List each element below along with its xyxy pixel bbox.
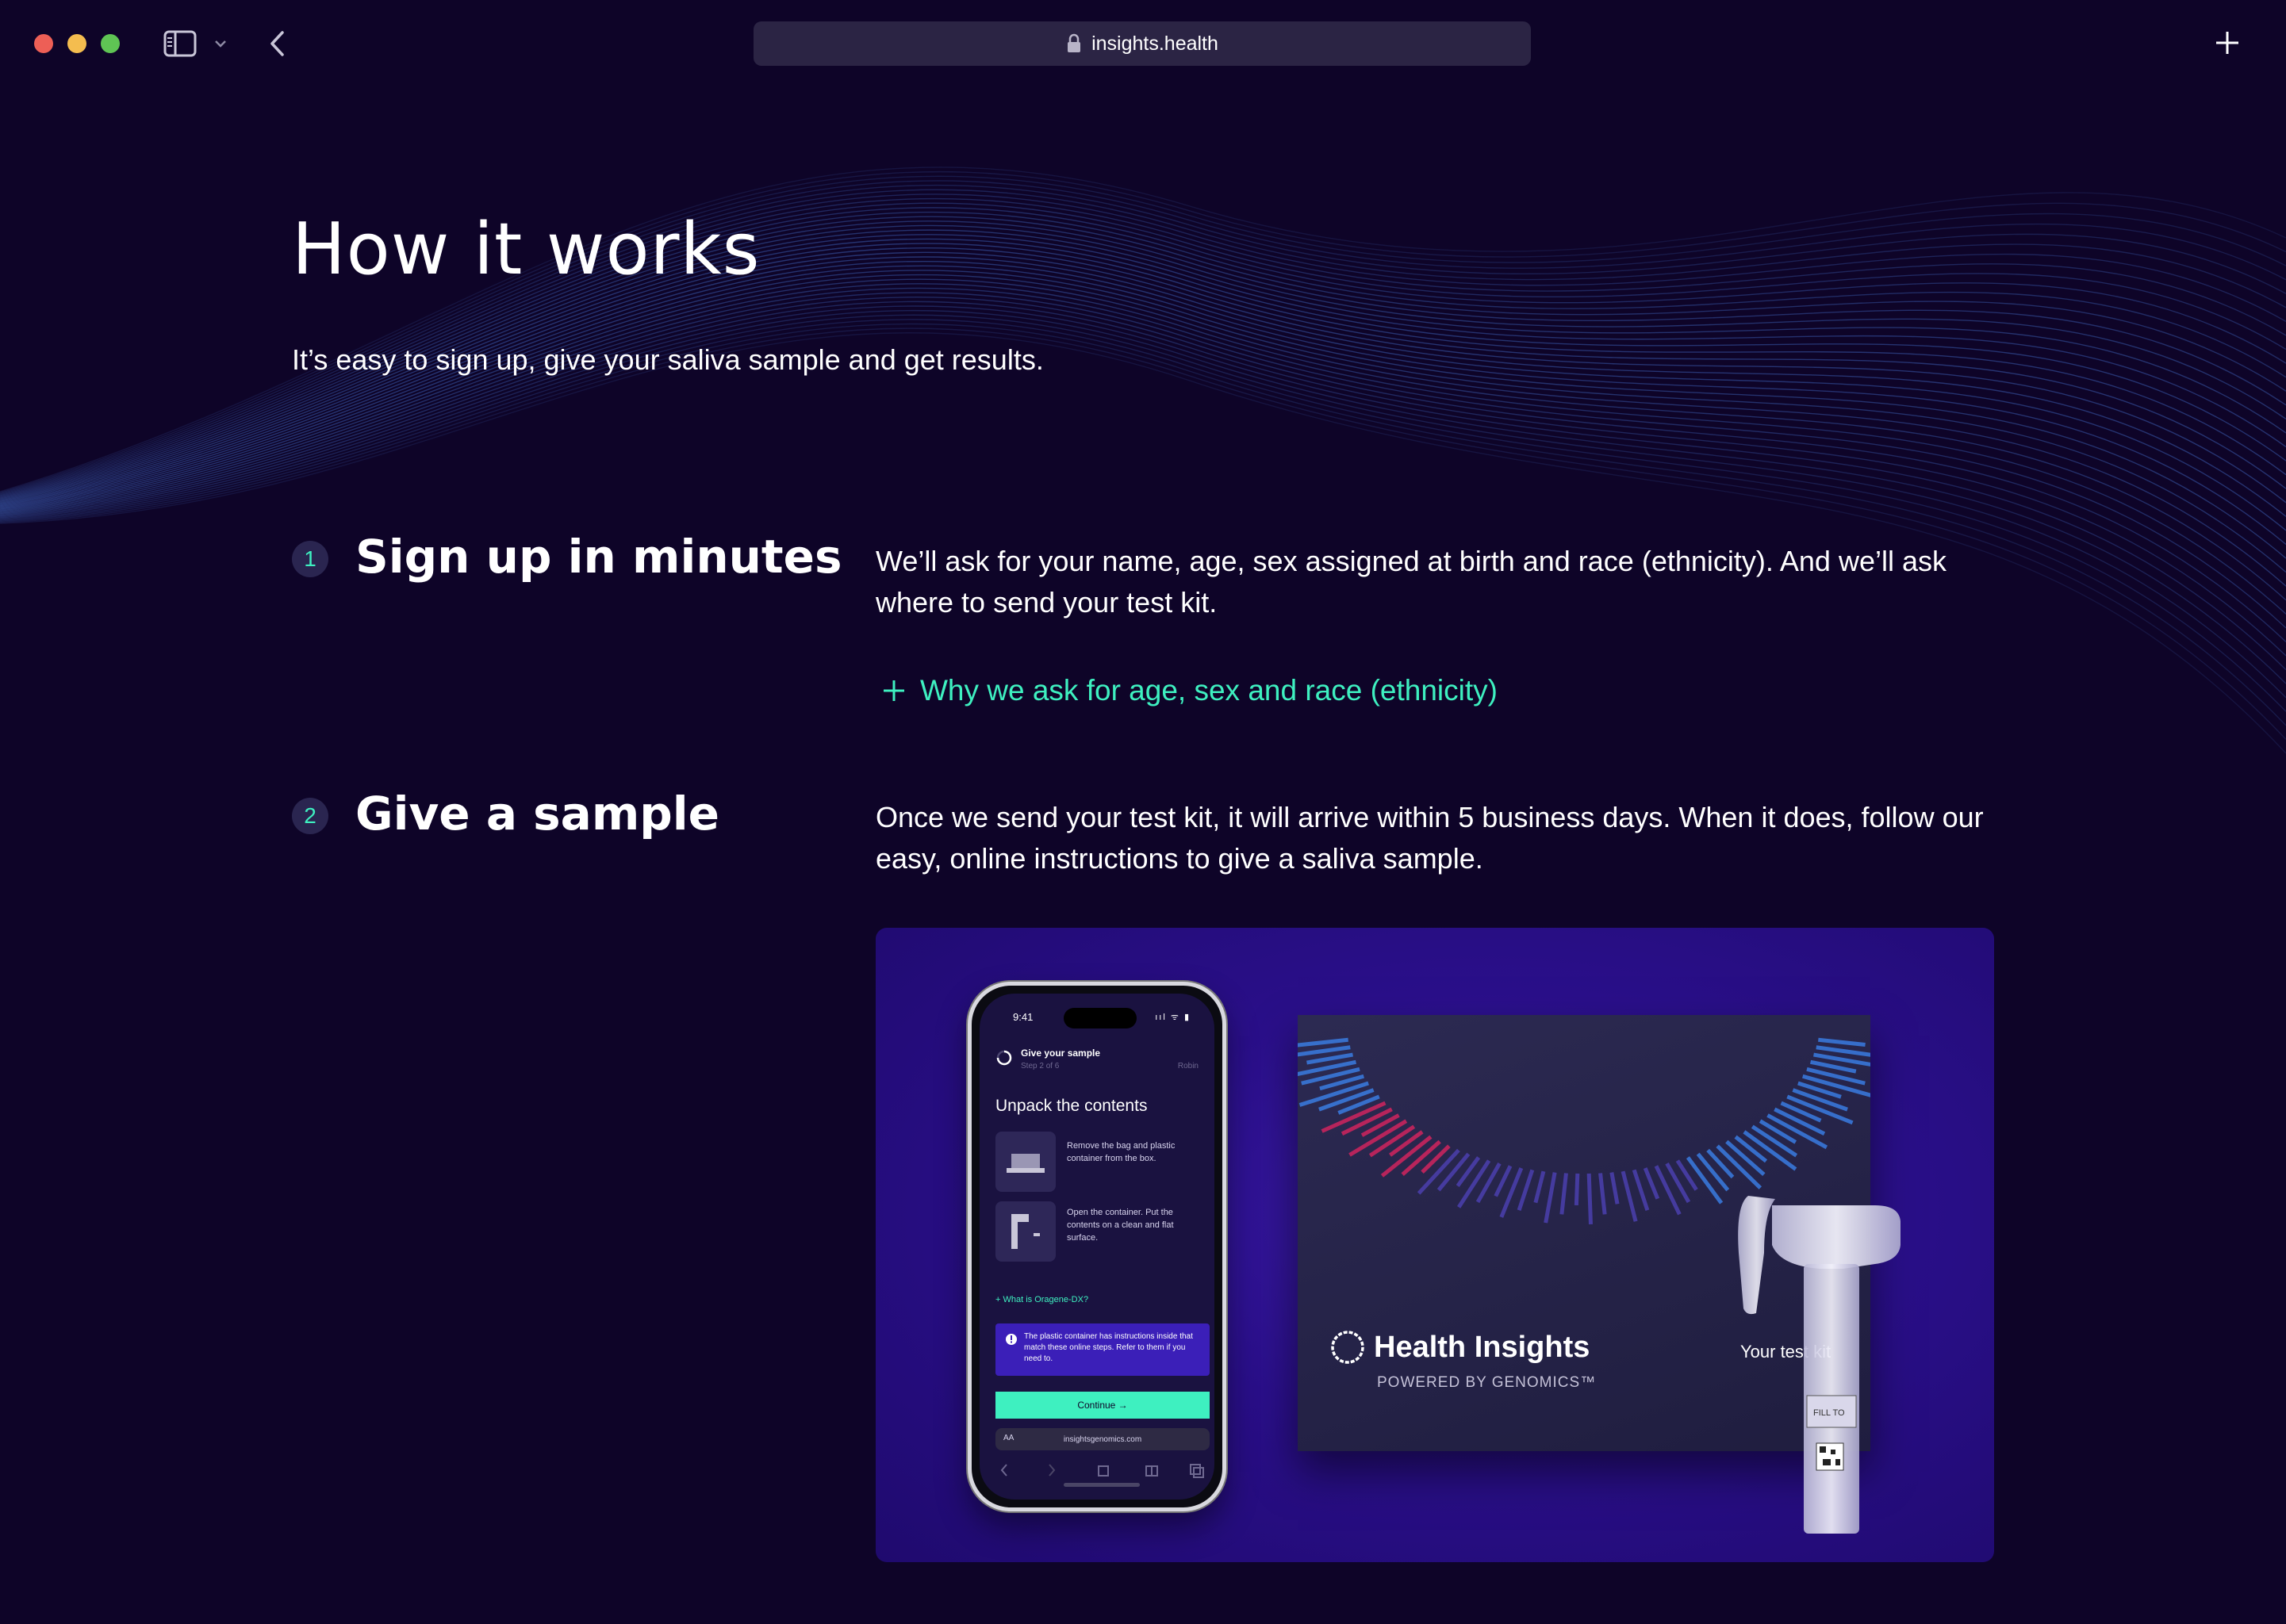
phone-screen: 9:41 ııl ᯤ ▮ Give your sample Step 2 of … xyxy=(980,994,1214,1500)
chevron-down-icon[interactable] xyxy=(213,36,228,52)
close-window-button[interactable] xyxy=(34,34,53,53)
box-ray xyxy=(1574,1173,1580,1206)
box-ray xyxy=(1298,1059,1356,1077)
phone-title: Unpack the contents xyxy=(995,1097,1148,1115)
health-insights-logo-icon xyxy=(1331,1331,1364,1364)
svg-text:FILL TO: FILL TO xyxy=(1813,1408,1845,1418)
phone-status-icons: ııl ᯤ ▮ xyxy=(1155,1013,1191,1022)
box-ray xyxy=(1586,1173,1593,1225)
home-indicator xyxy=(1064,1483,1140,1487)
box-ray xyxy=(1533,1170,1546,1204)
step-2-number-badge: 2 xyxy=(292,798,328,834)
box-ray xyxy=(1544,1172,1557,1224)
box-ray xyxy=(1696,1152,1730,1192)
page-title: How it works xyxy=(292,208,761,291)
box-ray xyxy=(1318,1088,1375,1112)
box-ray xyxy=(1621,1170,1638,1222)
step-1-description: We’ll ask for your name, age, sex assign… xyxy=(876,545,1947,619)
why-we-ask-link-label: Why we ask for age, sex and race (ethnic… xyxy=(920,674,1498,707)
progress-ring-icon xyxy=(996,1050,1012,1066)
wave-line xyxy=(0,319,2286,712)
box-brand: Health Insights xyxy=(1329,1329,1590,1365)
info-icon xyxy=(1006,1334,1017,1345)
browser-toolbar: insights.health xyxy=(0,0,2286,87)
address-url: insights.health xyxy=(1091,32,1218,55)
wave-line xyxy=(0,270,2286,559)
zoom-window-button[interactable] xyxy=(101,34,120,53)
box-ray xyxy=(1632,1169,1650,1211)
box-ray xyxy=(1816,1045,1870,1057)
box-ray xyxy=(1298,1037,1348,1048)
phone-instruction-2: Open the container. Put the contents on … xyxy=(1067,1208,1174,1243)
box-powered-by: POWERED BY GENOMICS™ xyxy=(1377,1374,1597,1391)
wave-line xyxy=(0,265,2286,546)
step-2-heading: Give a sample xyxy=(355,787,719,841)
phone-continue-button[interactable]: Continue → xyxy=(995,1392,1210,1419)
minimize-window-button[interactable] xyxy=(67,34,86,53)
box-brand-name: Health Insights xyxy=(1374,1330,1590,1364)
box-ray xyxy=(1517,1169,1535,1211)
phone-address-bar[interactable]: AA insightsgenomics.com xyxy=(995,1428,1210,1450)
phone-info-note: The plastic container has instructions i… xyxy=(995,1323,1210,1376)
phone-user-name: Robin xyxy=(1177,1062,1199,1071)
step-1-heading: Sign up in minutes xyxy=(355,530,842,584)
tube-icon xyxy=(1011,1214,1040,1249)
box-ray xyxy=(1818,1037,1866,1048)
phone-header: Give your sample xyxy=(1021,1048,1101,1059)
phone-instruction-1: Remove the bag and plastic container fro… xyxy=(1067,1141,1176,1163)
box-ray xyxy=(1360,1113,1400,1137)
box-ray xyxy=(1306,1052,1353,1065)
phone-note-text: The plastic container has instructions i… xyxy=(1024,1332,1193,1363)
reader-aa-label: AA xyxy=(1003,1434,1015,1442)
plus-icon xyxy=(884,680,904,701)
lock-icon xyxy=(1068,33,1081,52)
box-ray xyxy=(1436,1152,1471,1192)
box-ray xyxy=(1609,1172,1620,1205)
box-ray xyxy=(1559,1173,1568,1215)
box-ray xyxy=(1643,1167,1660,1200)
step-2-description: Once we send your test kit, it will arri… xyxy=(876,801,1984,875)
step-1-number-badge: 1 xyxy=(292,541,328,577)
saliva-tube-illustration: FILL TO xyxy=(1738,1196,1901,1534)
dynamic-island xyxy=(1064,1008,1137,1028)
box-ray xyxy=(1389,1130,1424,1157)
wave-line xyxy=(0,323,2286,726)
why-we-ask-expander[interactable]: Why we ask for age, sex and race (ethnic… xyxy=(882,674,1498,707)
phone-subheader: Step 2 of 6 xyxy=(1021,1062,1060,1071)
box-ray xyxy=(1457,1159,1491,1208)
oragene-link[interactable]: + What is Oragene-DX? xyxy=(995,1295,1088,1304)
address-bar[interactable]: insights.health xyxy=(754,21,1531,66)
test-kit-image: 9:41 ııl ᯤ ▮ Give your sample Step 2 of … xyxy=(876,928,1994,1562)
box-ray xyxy=(1298,1045,1351,1057)
back-arrow-icon[interactable] xyxy=(267,29,289,59)
box-ray xyxy=(1421,1144,1451,1174)
box-thumbnail xyxy=(995,1132,1056,1192)
box-ray xyxy=(1598,1173,1607,1215)
plus-icon[interactable] xyxy=(2213,29,2242,57)
box-ray xyxy=(1792,1088,1848,1112)
phone-mockup: 9:41 ııl ᯤ ▮ Give your sample Step 2 of … xyxy=(968,982,1226,1511)
phone-browser-toolbar xyxy=(1000,1464,1204,1478)
sidebar-icon[interactable] xyxy=(163,30,197,57)
box-ray xyxy=(1494,1165,1513,1197)
phone-time: 9:41 xyxy=(1013,1011,1034,1023)
page-subtitle: It’s easy to sign up, give your saliva s… xyxy=(292,343,1044,376)
box-ray xyxy=(1759,1119,1797,1144)
box-icon xyxy=(1007,1154,1045,1173)
container-thumbnail xyxy=(995,1201,1056,1262)
box-ray xyxy=(1654,1165,1682,1216)
phone-url: insightsgenomics.com xyxy=(1063,1434,1142,1444)
